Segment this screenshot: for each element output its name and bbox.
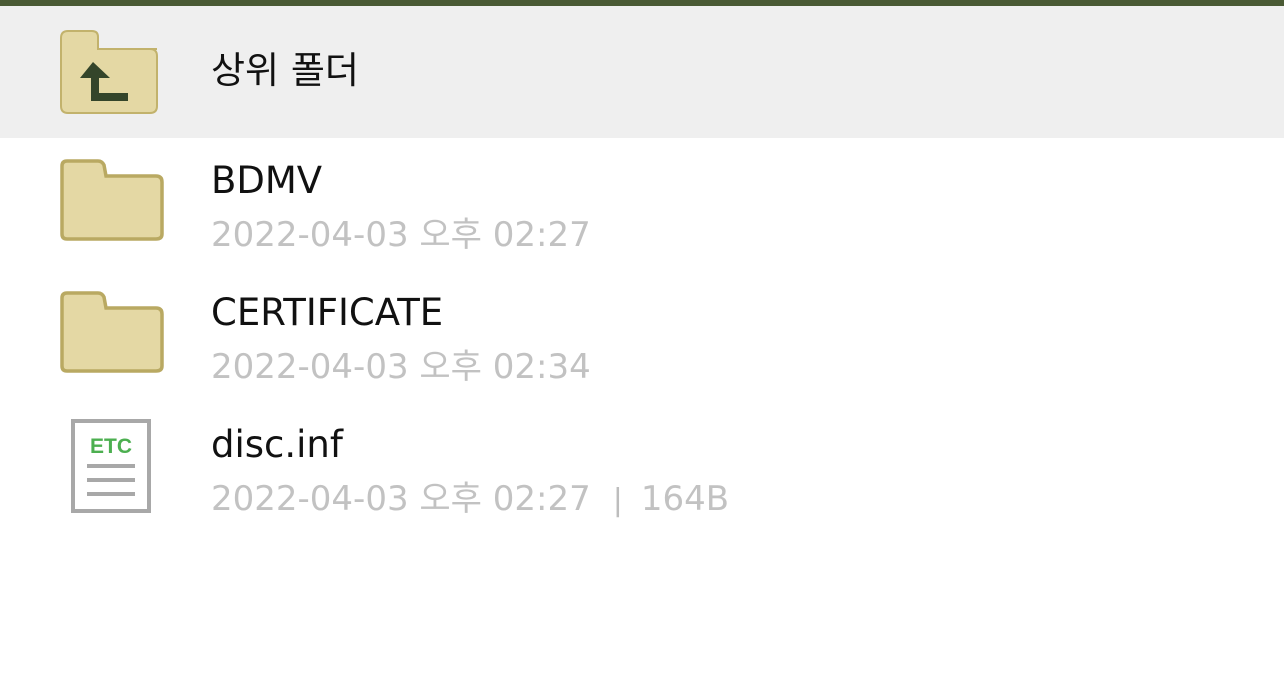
file-row-bdmv[interactable]: BDMV 2022-04-03 오후 02:27 [0, 138, 1284, 270]
file-date: 2022-04-03 오후 02:27 [211, 479, 591, 519]
meta-separator: | [612, 483, 623, 518]
etc-file-icon: ETC [70, 418, 152, 518]
file-size: 164B [640, 479, 730, 519]
file-row-certificate[interactable]: CERTIFICATE 2022-04-03 오후 02:34 [0, 270, 1284, 402]
file-meta: 2022-04-03 오후 02:27 | 164B [211, 482, 729, 516]
file-row-disc-inf[interactable]: ETC disc.inf 2022-04-03 오후 02:27 | 164B [0, 402, 1284, 534]
parent-folder-label: 상위 폴더 [211, 49, 359, 92]
file-date: 2022-04-03 오후 02:34 [211, 347, 591, 387]
file-date: 2022-04-03 오후 02:27 [211, 215, 591, 255]
folder-up-icon [58, 28, 160, 118]
file-name: disc.inf [211, 423, 343, 466]
file-name: CERTIFICATE [211, 291, 444, 334]
etc-icon-label: ETC [90, 435, 132, 458]
folder-icon [58, 290, 166, 378]
file-name: BDMV [211, 159, 323, 202]
folder-icon [58, 158, 166, 246]
parent-folder-row[interactable]: 상위 폴더 [0, 6, 1284, 138]
